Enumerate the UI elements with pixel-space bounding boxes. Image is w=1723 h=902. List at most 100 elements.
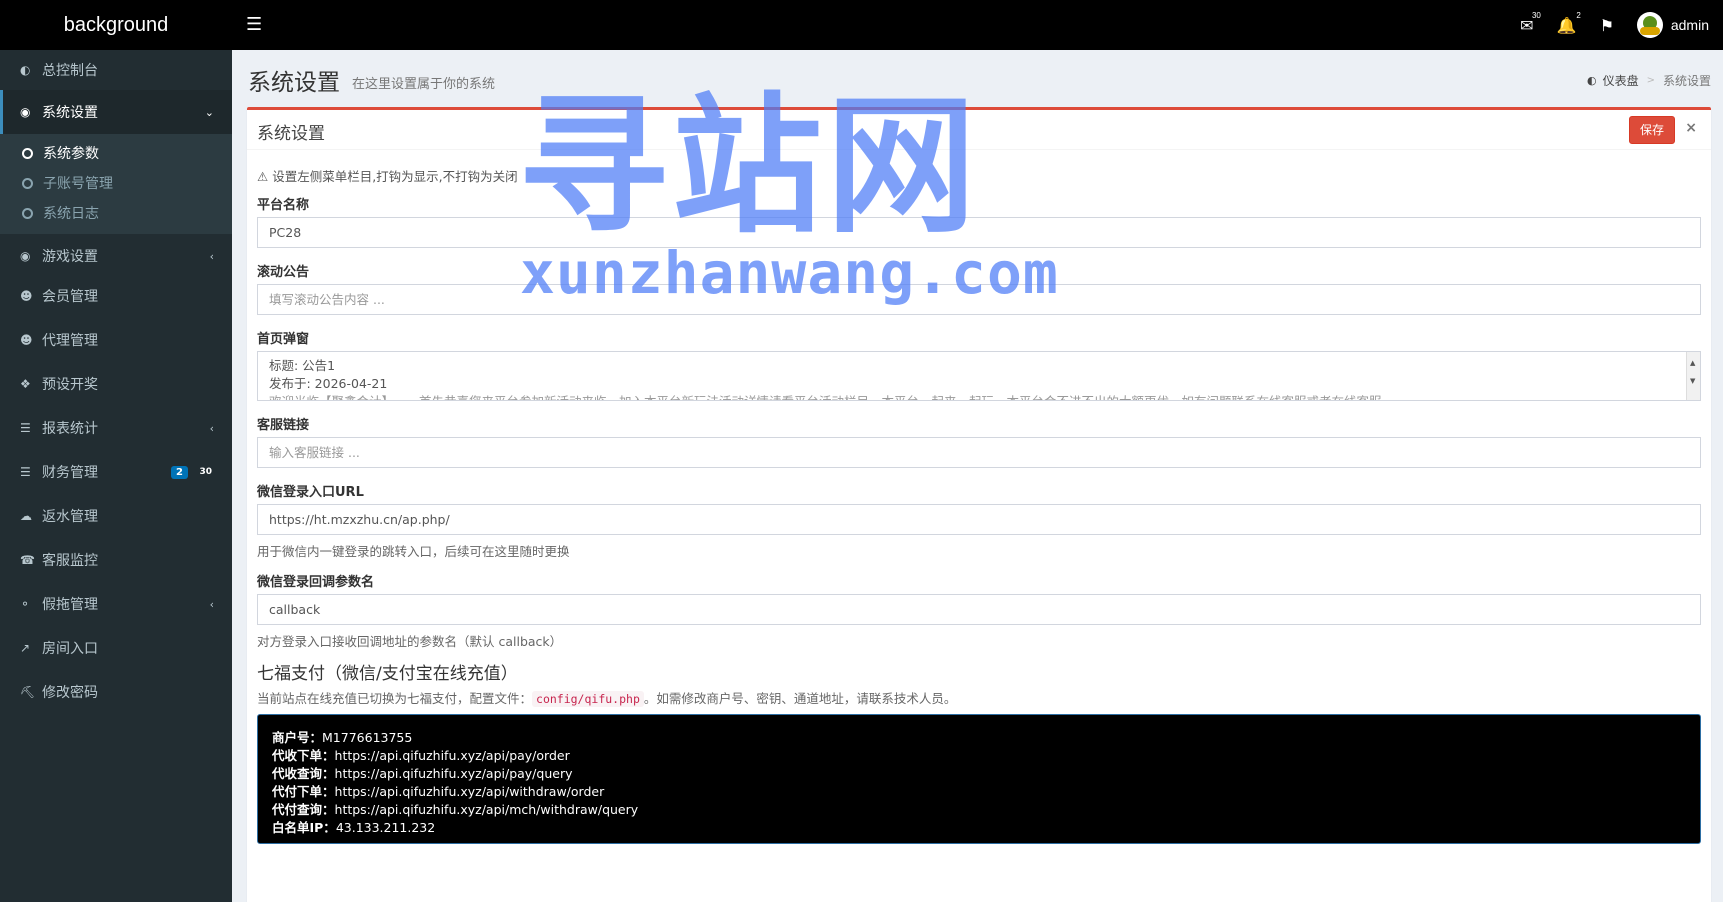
- sidebar-item-reports[interactable]: ☰ 报表统计 ‹: [0, 406, 232, 450]
- settings-box: 系统设置 保存 × ⚠ 设置左侧菜单栏目,打钩为显示,不打钩为关闭 平台名称 P…: [247, 107, 1711, 902]
- content-header: 系统设置 在这里设置属于你的系统 ◐ 仪表盘 > 系统设置: [232, 50, 1723, 102]
- wx-callback-help: 对方登录入口接收回调地址的参数名（默认 callback）: [257, 634, 563, 649]
- wx-login-url-input[interactable]: https://ht.mzxzhu.cn/ap.php/: [257, 504, 1701, 535]
- sidebar-item-label: 预设开奖: [42, 377, 98, 393]
- dashboard-icon: ◐: [20, 63, 31, 77]
- sidebar-item-change-password[interactable]: ⛏ 修改密码: [0, 670, 232, 714]
- circle-icon: [22, 207, 33, 219]
- scroll-notice-label: 滚动公告: [257, 265, 310, 280]
- sidebar-item-label: 客服监控: [42, 553, 98, 569]
- avatar: [1636, 12, 1663, 38]
- config-row: 代付下单：https://api.qifuzhifu.xyz/api/withd…: [272, 784, 605, 799]
- chevron-left-icon: ‹: [209, 421, 214, 435]
- finance-count: 30: [199, 467, 212, 477]
- wx-login-url-help: 用于微信内一键登录的跳转入口，后续可在这里随时更换: [257, 544, 570, 559]
- sidebar-item-members[interactable]: ☻ 会员管理: [0, 274, 232, 318]
- sidebar-item-room-entry[interactable]: ↗ 房间入口: [0, 626, 232, 670]
- sidebar-item-game-settings[interactable]: ◉ 游戏设置 ‹: [0, 234, 232, 278]
- flag-icon: ⚑: [1599, 15, 1615, 35]
- sidebar: ◐ 总控制台 ◉ 系统设置 ⌄ 系统参数 子账号管理 系统日志 ◉ 游戏设置 ‹…: [0, 50, 232, 902]
- textarea-scrollbar[interactable]: ▲ ▼: [1686, 352, 1700, 400]
- sidebar-item-finance[interactable]: ☰ 财务管理 2 30: [0, 450, 232, 494]
- system-settings-submenu: 系统参数 子账号管理 系统日志: [0, 134, 232, 234]
- bell-icon: 🔔: [1556, 15, 1577, 35]
- header-right-nav: ✉ 30 🔔 2 ⚑ admin: [1507, 0, 1723, 50]
- sidebar-subitem-system-log[interactable]: 系统日志: [0, 198, 232, 228]
- users-icon: ☻: [20, 289, 33, 303]
- comment-icon: ⚬: [20, 597, 31, 611]
- cubes-icon: ❖: [20, 377, 31, 391]
- brand-logo[interactable]: background: [0, 0, 232, 50]
- home-popup-textarea[interactable]: 标题: 公告1 发布于: 2026-04-21 欢迎光临【聚鑫会计】——首先恭喜…: [257, 351, 1701, 401]
- bell-count: 2: [1576, 11, 1581, 20]
- flag-button[interactable]: ⚑: [1587, 0, 1627, 50]
- scroll-up-icon[interactable]: ▲: [1690, 354, 1695, 372]
- config-file-code: config/qifu.php: [532, 691, 644, 707]
- menu-tip: ⚠ 设置左侧菜单栏目,打钩为显示,不打钩为关闭: [257, 166, 518, 185]
- sidebar-item-label: 报表统计: [42, 421, 98, 437]
- scroll-down-icon[interactable]: ▼: [1690, 372, 1695, 390]
- notifications-button[interactable]: 🔔 2: [1547, 0, 1587, 50]
- breadcrumb-current: 系统设置: [1662, 74, 1711, 88]
- mail-count: 30: [1531, 11, 1541, 20]
- sidebar-item-label: 财务管理: [42, 465, 98, 481]
- breadcrumb: ◐ 仪表盘 > 系统设置: [1587, 72, 1711, 89]
- config-row: 商户号：M1776613755: [272, 730, 413, 745]
- sidebar-subitem-label: 系统日志: [43, 206, 99, 222]
- breadcrumb-home[interactable]: 仪表盘: [1603, 72, 1639, 89]
- sidebar-subitem-sub-accounts[interactable]: 子账号管理: [0, 168, 232, 198]
- user-name: admin: [1670, 17, 1709, 33]
- service-link-input[interactable]: 输入客服链接 ...: [257, 437, 1701, 468]
- config-row: 代收查询：https://api.qifuzhifu.xyz/api/pay/q…: [272, 766, 573, 781]
- platform-name-label: 平台名称: [257, 198, 310, 213]
- hamburger-menu-icon[interactable]: ☰: [246, 15, 262, 35]
- cart-icon: ⛏: [20, 685, 36, 699]
- sidebar-item-service-monitor[interactable]: ☎ 客服监控: [0, 538, 232, 582]
- save-button[interactable]: 保存: [1629, 116, 1675, 144]
- wx-callback-input[interactable]: callback: [257, 594, 1701, 625]
- sidebar-item-label: 房间入口: [42, 641, 98, 657]
- scroll-notice-input[interactable]: 填写滚动公告内容 ...: [257, 284, 1701, 315]
- sidebar-item-label: 代理管理: [42, 333, 98, 349]
- payment-section-desc: 当前站点在线充值已切换为七福支付，配置文件： config/qifu.php 。如需…: [257, 688, 956, 707]
- user-menu[interactable]: admin: [1627, 0, 1723, 50]
- main-content: 系统设置 在这里设置属于你的系统 ◐ 仪表盘 > 系统设置 系统设置 保存 × …: [232, 50, 1723, 902]
- popup-line: 发布于: 2026-04-21: [269, 376, 388, 391]
- sidebar-item-label: 游戏设置: [42, 249, 98, 265]
- config-row: 白名单IP：43.133.211.232: [272, 820, 436, 835]
- sidebar-item-dashboard[interactable]: ◐ 总控制台: [0, 48, 232, 92]
- sidebar-item-label: 总控制台: [42, 63, 98, 79]
- box-header: 系统设置 保存 ×: [247, 110, 1711, 150]
- config-row: 代付查询：https://api.qifuzhifu.xyz/api/mch/w…: [272, 802, 639, 817]
- sidebar-item-label: 假拖管理: [42, 597, 98, 613]
- sidebar-item-system-settings[interactable]: ◉ 系统设置 ⌄: [0, 90, 232, 134]
- popup-line: 标题: 公告1: [269, 358, 336, 373]
- mail-button[interactable]: ✉ 30: [1507, 0, 1547, 50]
- sidebar-item-label: 系统设置: [42, 105, 98, 121]
- external-link-icon: ↗: [20, 641, 31, 655]
- gamepad-icon: ◉: [20, 249, 31, 263]
- top-header: background ☰ ✉ 30 🔔 2 ⚑ admin: [0, 0, 1723, 50]
- home-popup-label: 首页弹窗: [257, 332, 310, 347]
- users-icon: ☻: [20, 333, 33, 347]
- sidebar-item-rebate[interactable]: ☁ 返水管理: [0, 494, 232, 538]
- sidebar-subitem-label: 子账号管理: [43, 176, 113, 192]
- finance-badge: 2: [171, 465, 188, 479]
- chat-icon: ☎: [20, 553, 35, 567]
- warning-icon: ⚠: [257, 169, 269, 184]
- chevron-left-icon: ‹: [209, 249, 214, 263]
- service-link-label: 客服链接: [257, 418, 310, 433]
- sidebar-item-preset-draw[interactable]: ❖ 预设开奖: [0, 362, 232, 406]
- breadcrumb-separator: >: [1646, 75, 1655, 86]
- sidebar-subitem-system-params[interactable]: 系统参数: [0, 138, 232, 168]
- box-title: 系统设置: [257, 124, 325, 144]
- wx-login-url-label: 微信登录入口URL: [257, 485, 364, 500]
- platform-name-input[interactable]: PC28: [257, 217, 1701, 248]
- dashboard-icon: ◐: [1586, 74, 1597, 87]
- list-icon: ☰: [20, 421, 31, 435]
- close-icon[interactable]: ×: [1685, 120, 1697, 136]
- sidebar-item-agents[interactable]: ☻ 代理管理: [0, 318, 232, 362]
- sidebar-item-label: 修改密码: [42, 685, 98, 701]
- sidebar-item-bots[interactable]: ⚬ 假拖管理 ‹: [0, 582, 232, 626]
- config-row: 代收下单：https://api.qifuzhifu.xyz/api/pay/o…: [272, 748, 570, 763]
